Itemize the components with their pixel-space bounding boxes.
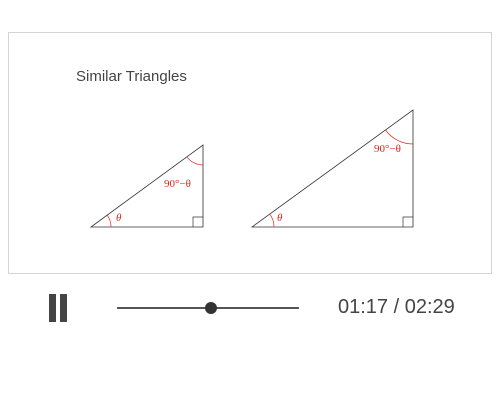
pause-button[interactable] [44, 294, 74, 322]
large-complement-arc [385, 129, 414, 145]
large-triangle-shape [250, 109, 414, 228]
large-theta-arc [269, 213, 275, 228]
large-complement-label: 90°−θ [374, 143, 401, 155]
large-theta-label: θ [277, 212, 283, 224]
seek-bar[interactable] [117, 298, 299, 318]
small-complement-label: 90°−θ [164, 178, 191, 190]
small-theta-arc [106, 214, 112, 228]
small-triangle: θ 90°−θ [89, 144, 204, 228]
seek-thumb[interactable] [205, 302, 218, 314]
small-complement-arc [186, 156, 204, 166]
time-display: 01:17 / 02:29 [338, 296, 455, 318]
large-right-angle-mark [402, 216, 413, 227]
player-controls: 01:17 / 02:29 [0, 286, 500, 330]
slide-canvas: θ 90°−θ θ 90°−θ [89, 109, 414, 228]
small-right-angle-mark [192, 216, 203, 227]
large-triangle: θ 90°−θ [250, 109, 414, 228]
small-theta-label: θ [116, 212, 122, 224]
video-frame[interactable]: Similar Triangles θ 90°−θ θ 90°−θ [8, 32, 492, 274]
